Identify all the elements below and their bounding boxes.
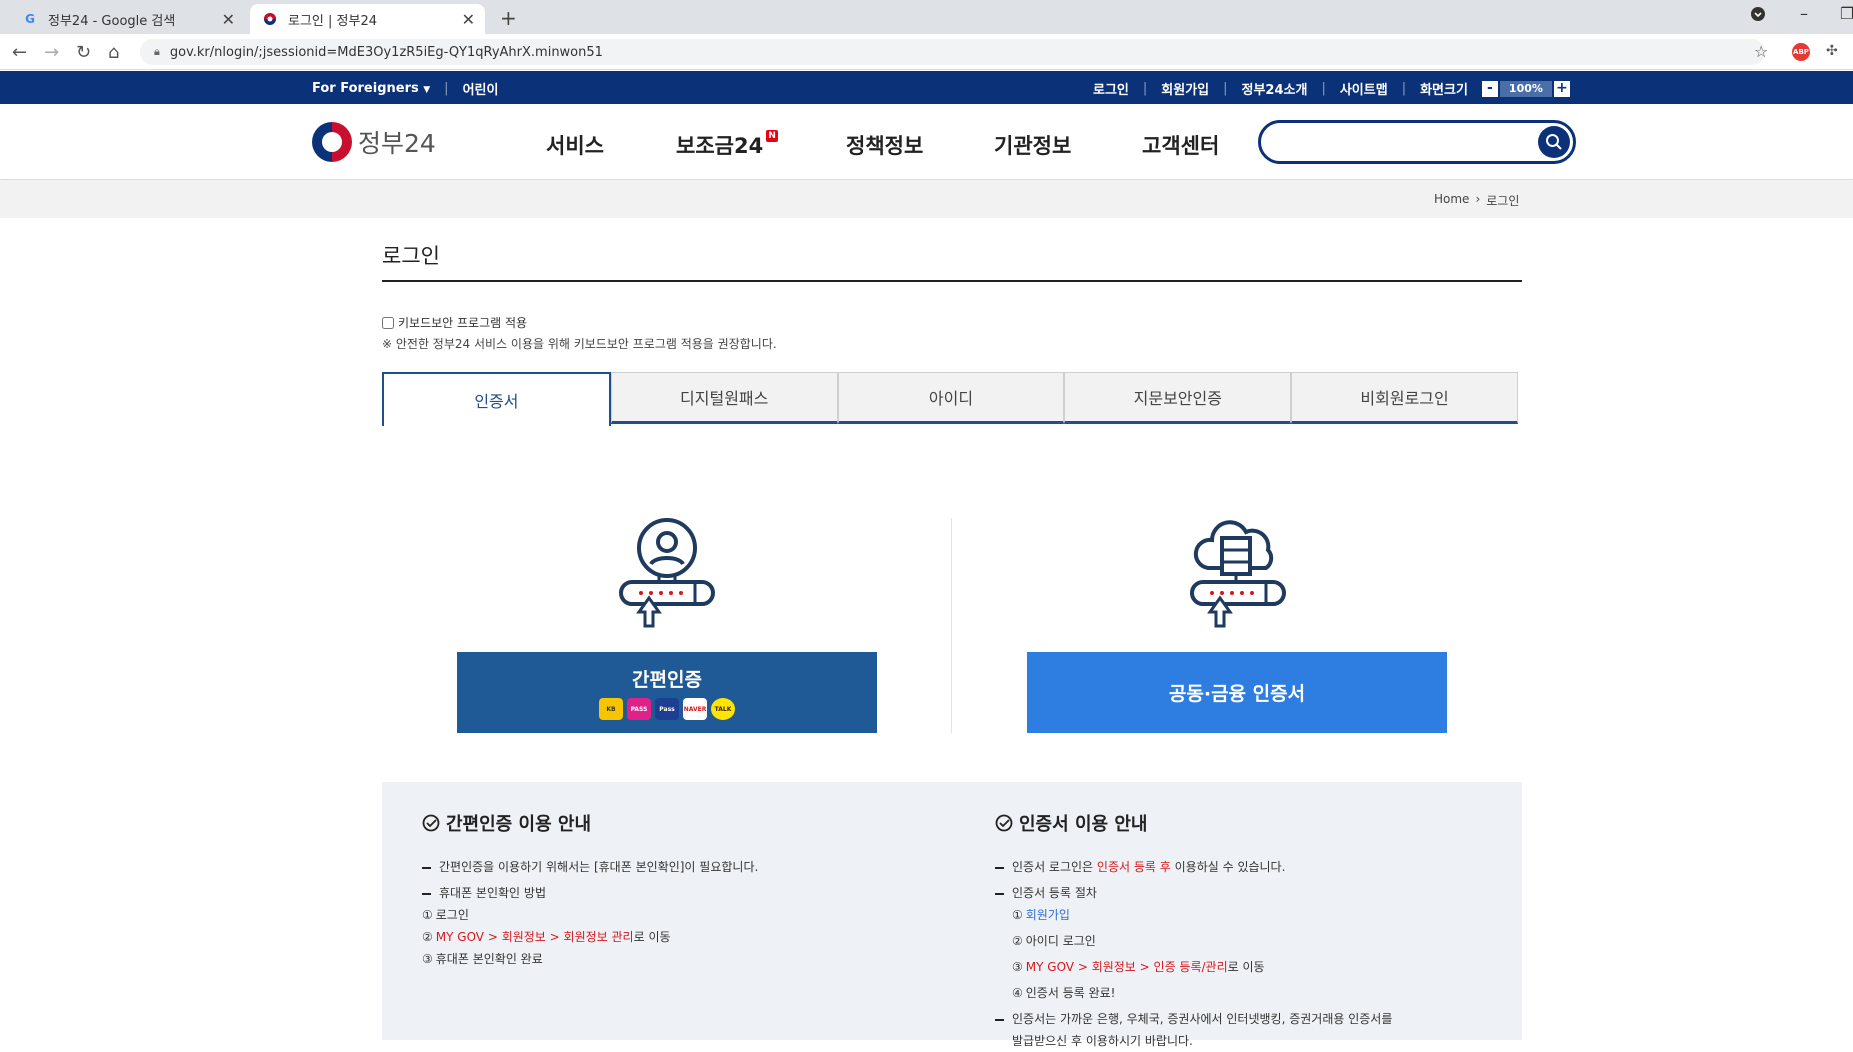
- nav-agency[interactable]: 기관정보: [994, 130, 1142, 160]
- close-tab-icon[interactable]: ✕: [222, 10, 235, 29]
- keyboard-security-note: ※ 안전한 정부24 서비스 이용을 위해 키보드보안 프로그램 적용을 권장합…: [382, 337, 777, 351]
- login-link[interactable]: 로그인: [1093, 79, 1129, 98]
- taegeuk-logo-icon: [312, 122, 352, 162]
- guide-step: ④ 인증서 등록 완료!: [1012, 986, 1116, 1000]
- vertical-divider: [951, 518, 952, 733]
- profile-menu-icon[interactable]: [1750, 6, 1766, 26]
- kakao-talk-app-icon: TALK: [711, 698, 735, 720]
- signup-guide-link[interactable]: 회원가입: [1026, 908, 1070, 922]
- pass-app-icon: PASS: [627, 698, 651, 720]
- guide-step: ③ 휴대폰 본인확인 완료: [422, 952, 543, 966]
- browser-tab-title: 정부24 - Google 검색: [48, 13, 176, 29]
- site-util-bar: For Foreigners ▼ | 어린이 로그인 | 회원가입 | 정부24…: [0, 71, 1853, 104]
- restore-icon[interactable]: ❐: [1840, 4, 1853, 23]
- guide-title: 인증서 이용 안내: [1019, 814, 1148, 835]
- search-button[interactable]: [1538, 126, 1570, 158]
- guide-step: ③ MY GOV > 회원정보 > 인증 등록/관리로 이동: [1012, 960, 1265, 974]
- guide-step: ① 로그인: [422, 908, 469, 922]
- gov24-logo[interactable]: 정부24: [312, 122, 436, 162]
- check-circle-icon: [422, 814, 440, 832]
- simple-auth-app-icons: KB PASS Pass NAVER TALK: [599, 698, 735, 720]
- tab-fingerprint[interactable]: 지문보안인증: [1064, 372, 1292, 424]
- browser-tab-bar: G 정부24 - Google 검색 ✕ 로그인 | 정부24 ✕ + – ❐: [0, 0, 1853, 34]
- nav-policy[interactable]: 정책정보: [846, 130, 994, 160]
- reload-icon[interactable]: ↻: [76, 42, 91, 63]
- check-circle-icon: [995, 814, 1013, 832]
- simple-auth-button[interactable]: 간편인증 KB PASS Pass NAVER TALK: [457, 652, 877, 733]
- bookmark-star-icon[interactable]: ☆: [1754, 42, 1768, 61]
- breadcrumb-band: Home › 로그인: [0, 181, 1853, 218]
- zoom-label: 화면크기: [1420, 83, 1468, 98]
- title-divider: [382, 280, 1522, 282]
- guide-line: 인증서 등록 절차: [995, 882, 1475, 904]
- browser-tab-title: 로그인 | 정부24: [288, 13, 377, 29]
- guide-line: 발급받으신 후 이용하시기 바랍니다.: [1012, 1034, 1193, 1048]
- guide-line: 인증서 로그인은 인증서 등록 후 이용하실 수 있습니다.: [995, 856, 1475, 878]
- nav-subsidy[interactable]: 보조금24 N: [676, 130, 846, 160]
- breadcrumb-home[interactable]: Home: [1434, 192, 1469, 209]
- signup-link[interactable]: 회원가입: [1161, 79, 1209, 98]
- tab-id[interactable]: 아이디: [837, 372, 1065, 424]
- new-badge: N: [766, 130, 779, 142]
- kb-app-icon: KB: [599, 698, 623, 720]
- keyboard-security-option[interactable]: 키보드보안 프로그램 적용: [382, 314, 527, 331]
- guide-step: ② 아이디 로그인: [1012, 934, 1096, 948]
- tab-certificate[interactable]: 인증서: [382, 372, 611, 426]
- zoom-in-button[interactable]: +: [1553, 80, 1570, 97]
- breadcrumb: Home › 로그인: [1434, 192, 1519, 209]
- caret-down-icon: ▼: [423, 85, 431, 95]
- guide-step: ① 회원가입: [1012, 908, 1070, 922]
- keyboard-security-checkbox[interactable]: [382, 316, 394, 329]
- samsung-pass-app-icon: Pass: [655, 698, 679, 720]
- extensions-puzzle-icon[interactable]: ✣: [1826, 43, 1838, 59]
- breadcrumb-current: 로그인: [1486, 194, 1520, 208]
- login-method-tabs: 인증서 디지털원패스 아이디 지문보안인증 비회원로그인: [382, 372, 1518, 426]
- guide-line: 간편인증을 이용하기 위해서는 [휴대폰 본인확인]이 필요합니다.: [422, 856, 942, 878]
- close-tab-icon[interactable]: ✕: [462, 10, 475, 29]
- simple-auth-illustration-icon: [615, 516, 719, 628]
- url-text: gov.kr/nlogin/;jsessionid=MdE3Oy1zR5iEg-…: [169, 44, 603, 60]
- zoom-control: - 100% +: [1481, 80, 1570, 97]
- guide-panel: 간편인증 이용 안내 간편인증을 이용하기 위해서는 [휴대폰 본인확인]이 필…: [382, 782, 1522, 1048]
- page-title: 로그인: [382, 244, 440, 268]
- tab-non-member[interactable]: 비회원로그인: [1291, 372, 1518, 424]
- site-header: 정부24 서비스 보조금24 N 정책정보 기관정보 고객센터: [0, 104, 1853, 180]
- about-link[interactable]: 정부24소개: [1242, 79, 1308, 98]
- certificate-guide: 인증서 이용 안내 인증서 로그인은 인증서 등록 후 이용하실 수 있습니다.…: [995, 810, 1475, 1052]
- nav-support[interactable]: 고객센터: [1142, 130, 1219, 160]
- chevron-right-icon: ›: [1475, 192, 1481, 206]
- zoom-value: 100%: [1499, 80, 1552, 97]
- address-bar-row: ← → ↻ ⌂ 🔒︎ gov.kr/nlogin/;jsessionid=MdE…: [0, 34, 1853, 70]
- browser-tab-google[interactable]: G 정부24 - Google 검색 ✕: [10, 4, 245, 34]
- forward-icon[interactable]: →: [44, 42, 59, 63]
- minimize-icon[interactable]: –: [1800, 4, 1808, 23]
- guide-line: 인증서는 가까운 은행, 우체국, 증권사에서 인터넷뱅킹, 증권거래용 인증서…: [995, 1008, 1475, 1030]
- guide-step: ② MY GOV > 회원정보 > 회원정보 관리로 이동: [422, 930, 671, 944]
- nav-service[interactable]: 서비스: [546, 130, 676, 160]
- zoom-out-button[interactable]: -: [1481, 80, 1498, 97]
- home-icon[interactable]: ⌂: [108, 42, 119, 63]
- gov24-favicon-icon: [262, 11, 278, 27]
- naver-app-icon: NAVER: [683, 698, 707, 720]
- search-input[interactable]: [1275, 123, 1535, 159]
- url-field[interactable]: 🔒︎ gov.kr/nlogin/;jsessionid=MdE3Oy1zR5i…: [140, 39, 1765, 65]
- tab-digital-onepass[interactable]: 디지털원패스: [610, 372, 838, 424]
- adblock-plus-icon[interactable]: ABP: [1792, 43, 1810, 61]
- guide-title: 간편인증 이용 안내: [446, 814, 592, 835]
- search-icon: [1546, 134, 1562, 150]
- simple-auth-guide: 간편인증 이용 안내 간편인증을 이용하기 위해서는 [휴대폰 본인확인]이 필…: [422, 810, 942, 970]
- for-foreigners-link[interactable]: For Foreigners ▼: [312, 81, 430, 96]
- kids-link[interactable]: 어린이: [463, 79, 499, 98]
- main-nav: 서비스 보조금24 N 정책정보 기관정보 고객센터: [546, 130, 1219, 160]
- certificate-illustration-icon: [1186, 516, 1290, 628]
- browser-tab-login[interactable]: 로그인 | 정부24 ✕: [250, 4, 485, 34]
- new-tab-icon[interactable]: +: [500, 6, 517, 30]
- back-icon[interactable]: ←: [12, 42, 27, 63]
- search-box: [1258, 120, 1576, 164]
- google-favicon-icon: G: [25, 12, 35, 26]
- sitemap-link[interactable]: 사이트맵: [1340, 79, 1388, 98]
- joint-financial-cert-button[interactable]: 공동·금융 인증서: [1027, 652, 1447, 733]
- guide-line: 휴대폰 본인확인 방법: [422, 882, 942, 904]
- lock-icon: 🔒︎: [154, 45, 160, 58]
